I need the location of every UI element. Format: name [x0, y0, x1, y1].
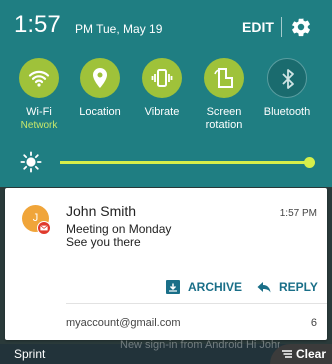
reply-icon [257, 282, 271, 293]
clock-time: 1:57 [14, 11, 61, 38]
carrier-label: Sprint [14, 347, 46, 361]
status-row: 1:57 PM Tue, May 19 EDIT [0, 0, 332, 50]
vibrate-icon [151, 69, 173, 87]
quick-setting-sublabel: Network [20, 120, 58, 131]
gear-icon[interactable] [290, 16, 312, 38]
quick-setting-location[interactable]: Location [69, 58, 131, 148]
screen-rotation-icon [214, 68, 233, 88]
brightness-row [0, 148, 332, 178]
brightness-slider[interactable] [60, 161, 310, 164]
gmail-icon [37, 221, 51, 235]
divider [281, 17, 282, 37]
notification-time: 1:57 PM [279, 208, 317, 219]
clear-button[interactable]: Clear [270, 344, 332, 364]
bluetooth-icon [282, 69, 294, 89]
screen-rotation-toggle[interactable] [204, 58, 244, 98]
notification-shade: 1:57 PM Tue, May 19 EDIT Wi-Fi Network L… [0, 0, 332, 187]
vibrate-toggle[interactable] [142, 58, 182, 98]
location-toggle[interactable] [80, 58, 120, 98]
email-subject: Meeting on Monday [66, 222, 172, 236]
brightness-slider-thumb[interactable] [304, 157, 315, 168]
wifi-toggle[interactable] [19, 58, 59, 98]
bottom-bar: Sprint New sign-in from Android Hi John,… [0, 339, 332, 364]
wifi-icon [28, 70, 50, 87]
background-notification-text: New sign-in from Android Hi John, [120, 339, 280, 351]
brightness-icon [20, 151, 42, 173]
unread-count: 6 [310, 317, 317, 329]
quick-setting-bluetooth[interactable]: Bluetooth [256, 58, 318, 148]
divider [66, 303, 327, 304]
clear-all-icon [282, 350, 292, 358]
edit-button[interactable]: EDIT [242, 19, 274, 35]
clear-label: Clear [296, 347, 327, 361]
reply-label: REPLY [279, 280, 318, 294]
archive-button[interactable]: ARCHIVE [166, 278, 246, 296]
quick-setting-screen-rotation[interactable]: Screen rotation [193, 58, 255, 148]
account-email: myaccount@gmail.com [66, 317, 181, 329]
location-icon [93, 68, 107, 88]
quick-setting-label: Bluetooth [263, 106, 311, 118]
email-snippet: See you there [66, 235, 141, 249]
clock-date: PM Tue, May 19 [75, 22, 163, 36]
quick-setting-vibrate[interactable]: Vibrate [131, 58, 193, 148]
quick-setting-wifi[interactable]: Wi-Fi Network [8, 58, 70, 148]
email-notification-card[interactable]: J John Smith 1:57 PM Meeting on Monday S… [5, 188, 327, 340]
reply-button[interactable]: REPLY [257, 278, 321, 296]
sender-name: John Smith [66, 203, 137, 219]
archive-icon [166, 280, 180, 294]
bluetooth-toggle[interactable] [267, 58, 307, 98]
archive-label: ARCHIVE [188, 280, 243, 294]
